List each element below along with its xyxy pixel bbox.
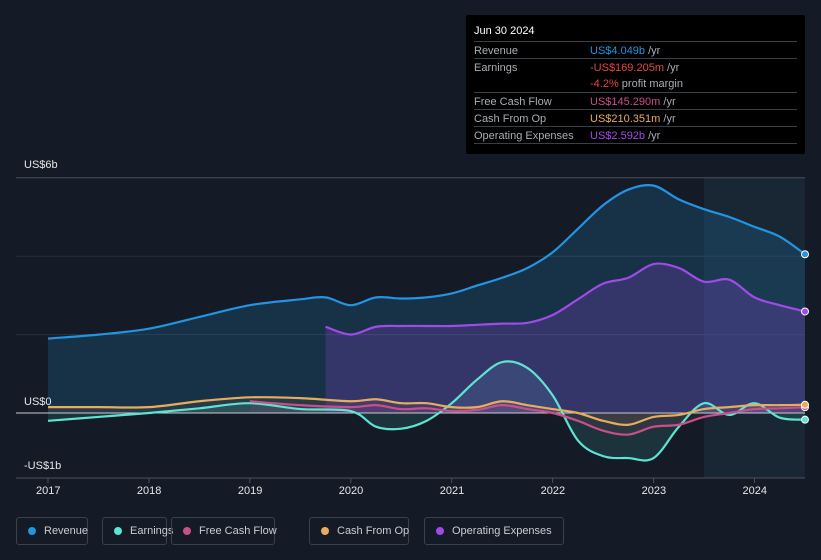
tooltip-value-number: US$2.592b xyxy=(590,130,646,142)
tooltip-value-unit: profit margin xyxy=(618,78,683,90)
legend-dot-icon xyxy=(321,527,329,535)
tooltip-panel: Jun 30 2024 Revenue US$4.049b /yr Earnings… xyxy=(466,15,805,154)
tooltip-row-label: Revenue xyxy=(474,45,519,57)
tooltip-row-value: US$2.592b /yr xyxy=(590,130,660,142)
tooltip-row-label: Earnings xyxy=(474,62,518,74)
legend-label: Cash From Op xyxy=(337,525,410,537)
tooltip-row-label: Free Cash Flow xyxy=(474,96,552,108)
tooltip-value-number: US$4.049b xyxy=(590,45,646,57)
y-tick-label-bottom: -US$1b xyxy=(24,460,62,472)
x-tick-label: 2022 xyxy=(540,485,566,497)
legend-item-free-cash-flow[interactable]: Free Cash Flow xyxy=(171,517,277,545)
tooltip-row-value: US$145.290m /yr xyxy=(590,96,676,108)
legend-item-earnings[interactable]: Earnings xyxy=(102,517,173,545)
tooltip-row: Earnings -US$169.205m /yr xyxy=(474,58,797,76)
legend-item-cash-from-op[interactable]: Cash From Op xyxy=(309,517,409,545)
tooltip-value-unit: /yr xyxy=(645,130,661,142)
x-tick-label: 2020 xyxy=(338,485,364,497)
tooltip-value-unit: /yr xyxy=(664,62,680,74)
x-tick-label: 2024 xyxy=(742,485,768,497)
tooltip-row: -4.2% profit margin xyxy=(474,75,797,92)
legend-item-operating-expenses[interactable]: Operating Expenses xyxy=(424,517,564,545)
tooltip-row: Cash From Op US$210.351m /yr xyxy=(474,109,797,127)
tooltip-row-label: Operating Expenses xyxy=(474,130,574,142)
revenue-end-marker xyxy=(801,250,809,259)
earnings-end-marker xyxy=(801,415,809,424)
legend-item-revenue[interactable]: Revenue xyxy=(16,517,88,545)
tooltip-row-value: -4.2% profit margin xyxy=(590,78,683,90)
legend-label: Earnings xyxy=(130,525,174,537)
tooltip-value-number: -US$169.205m xyxy=(590,62,664,74)
legend-dot-icon xyxy=(183,527,191,535)
legend-dot-icon xyxy=(114,527,122,535)
tooltip-row-value: -US$169.205m /yr xyxy=(590,62,679,74)
operating-expenses-end-marker xyxy=(801,307,809,316)
x-tick-label: 2019 xyxy=(237,485,263,497)
tooltip-value-number: US$145.290m xyxy=(590,96,661,108)
x-tick-label: 2021 xyxy=(439,485,465,497)
legend-label: Operating Expenses xyxy=(452,525,552,537)
x-tick-label: 2018 xyxy=(136,485,162,497)
tooltip-row-value: US$4.049b /yr xyxy=(590,45,660,57)
tooltip-value-unit: /yr xyxy=(645,45,661,57)
y-tick-label-top: US$6b xyxy=(24,159,58,171)
legend-dot-icon xyxy=(28,527,36,535)
tooltip-value-number: -4.2% xyxy=(590,78,619,90)
x-tick-label: 2023 xyxy=(641,485,667,497)
y-tick-label-zero: US$0 xyxy=(24,396,52,408)
tooltip-value-number: US$210.351m xyxy=(590,113,661,125)
tooltip-divider xyxy=(474,143,797,144)
legend-label: Revenue xyxy=(44,525,89,537)
tooltip-row: Free Cash Flow US$145.290m /yr xyxy=(474,92,797,110)
x-tick-label: 2017 xyxy=(36,485,61,497)
tooltip-row-label: Cash From Op xyxy=(474,113,547,125)
tooltip-row: Operating Expenses US$2.592b /yr xyxy=(474,126,797,144)
tooltip-row-value: US$210.351m /yr xyxy=(590,113,676,125)
tooltip-row: Revenue US$4.049b /yr xyxy=(474,41,797,59)
tooltip-value-unit: /yr xyxy=(660,113,676,125)
cash-from-op-end-marker xyxy=(801,400,809,409)
tooltip-value-unit: /yr xyxy=(660,96,676,108)
tooltip-date: Jun 30 2024 xyxy=(474,25,535,37)
legend-dot-icon xyxy=(436,527,444,535)
legend-label: Free Cash Flow xyxy=(199,525,277,537)
